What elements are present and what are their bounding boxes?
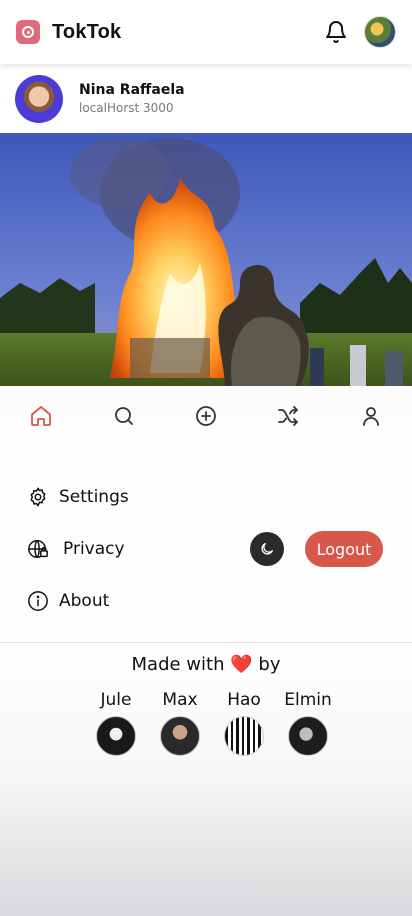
team-member[interactable]: Max [148,690,212,756]
team-list: Jule Max Hao Elmin [84,690,334,760]
made-with-suffix: by [258,654,281,675]
home-icon [31,406,52,426]
menu-settings[interactable]: Settings [27,486,129,508]
member-name: Max [162,690,198,710]
member-name: Jule [100,690,132,710]
nav-create[interactable] [186,396,226,436]
credits-section: Made with ❤️ by Jule Max Hao Elmin [0,643,412,916]
shuffle-icon [278,406,299,426]
settings-menu: Settings Privacy About Logout [0,446,412,643]
post-image[interactable] [0,133,412,386]
user-avatar[interactable] [15,74,63,123]
made-with-prefix: Made with [131,654,225,675]
user-subtitle: localHorst 3000 [79,101,174,115]
member-avatar [224,716,264,756]
nav-shuffle[interactable] [268,396,308,436]
app-title: TokTok [52,20,122,43]
made-with-text: Made with ❤️ by [0,654,412,675]
member-name: Hao [227,690,261,710]
info-icon [28,591,48,611]
gear-icon [30,487,46,507]
bell-icon[interactable] [324,20,348,44]
search-icon [114,407,133,425]
member-avatar [96,716,136,756]
nav-search[interactable] [104,396,144,436]
top-app-bar: TokTok [0,0,412,64]
member-name: Elmin [284,690,332,710]
member-avatar [160,716,200,756]
team-member[interactable]: Jule [84,690,148,756]
menu-about[interactable]: About [27,590,109,612]
menu-privacy-label: Privacy [63,539,125,559]
menu-settings-label: Settings [59,487,129,507]
team-member[interactable]: Hao [212,690,276,756]
account-avatar[interactable] [364,16,396,48]
menu-about-label: About [59,591,110,611]
dark-mode-toggle[interactable] [250,532,284,566]
globe-lock-icon [28,540,48,558]
user-name: Nina Raffaela [79,82,185,98]
heart-icon: ❤️ [230,654,253,675]
user-info-row: Nina Raffaela localHorst 3000 [0,64,412,133]
bottom-navigation [0,386,412,446]
menu-privacy[interactable]: Privacy [27,538,125,560]
logout-button[interactable]: Logout [305,531,383,567]
moon-icon [261,543,273,555]
app-logo-icon [16,20,40,44]
member-avatar [288,716,328,756]
nav-home[interactable] [21,396,61,436]
nav-profile[interactable] [351,396,391,436]
team-member[interactable]: Elmin [276,690,340,756]
person-icon [362,407,379,426]
plus-circle-icon [196,406,216,426]
